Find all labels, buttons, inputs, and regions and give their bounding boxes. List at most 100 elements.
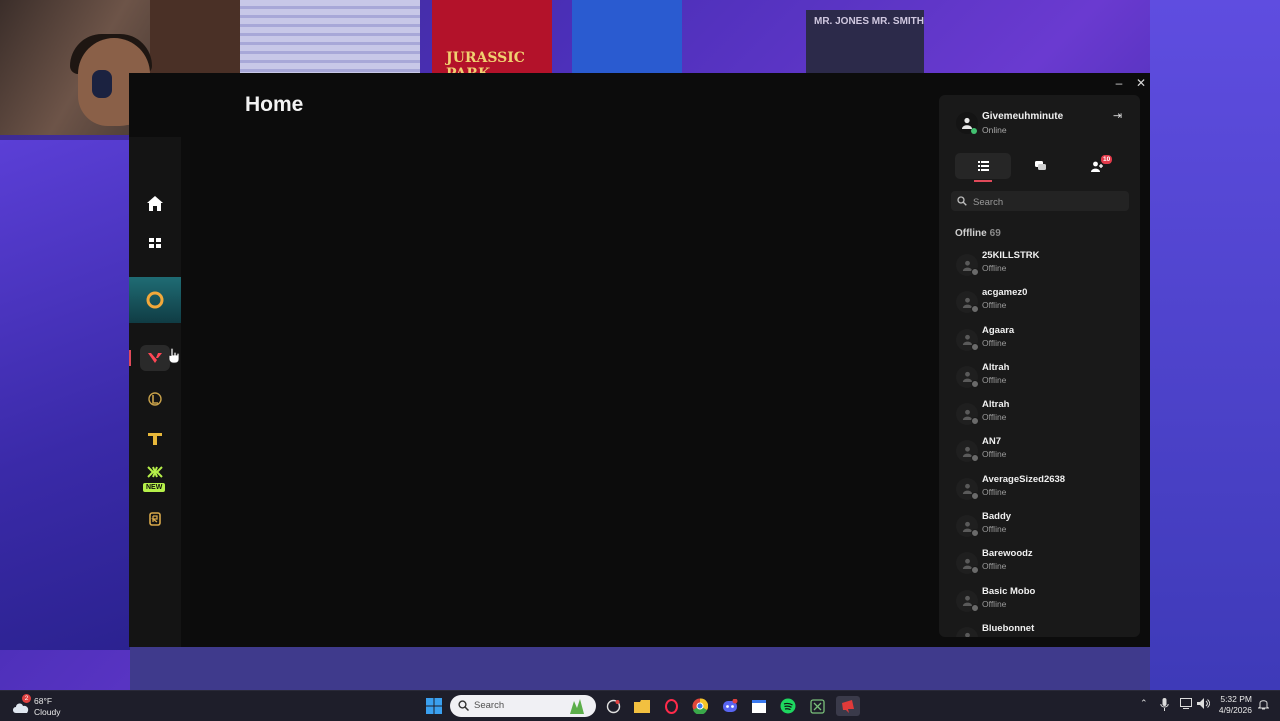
friend-status: Offline <box>982 486 1007 497</box>
friend-status: Offline <box>982 337 1007 348</box>
friend-list-item[interactable]: Altrah Offline <box>939 360 1140 397</box>
league-icon <box>148 392 162 406</box>
sidebar-item-runeterra[interactable] <box>129 499 181 539</box>
offline-status-dot <box>971 603 979 612</box>
ring-icon <box>146 291 164 309</box>
taskbar-xbox[interactable] <box>807 696 827 716</box>
friend-list-item[interactable]: AverageSized2638 Offline <box>939 472 1140 509</box>
friend-list-item[interactable]: Basic Mobo Offline <box>939 584 1140 621</box>
group-count: 69 <box>989 228 1001 239</box>
2xko-icon <box>147 466 163 478</box>
online-status-dot <box>971 128 977 134</box>
offline-status-dot <box>971 379 979 388</box>
microphone-icon[interactable] <box>1160 698 1169 713</box>
offline-status-dot <box>971 417 979 426</box>
offline-status-dot <box>971 268 979 276</box>
sidebar-item-league-of-legends[interactable] <box>129 379 181 419</box>
runeterra-icon <box>149 512 161 526</box>
poster-mr-jones: MR. JONES MR. SMITH <box>806 10 924 75</box>
taskbar-opera[interactable] <box>661 696 681 716</box>
grid-icon <box>149 238 161 248</box>
friend-name: Barewoodz <box>982 548 1033 560</box>
taskbar-window-app[interactable] <box>749 696 769 716</box>
sidebar: NEW <box>129 137 181 647</box>
friends-panel: Givemeuhminute Online ⇥ 10 Offline69 25 <box>939 95 1140 637</box>
friend-list-item[interactable]: 25KILLSTRK Offline <box>939 248 1140 285</box>
friend-name: Basic Mobo <box>982 585 1036 597</box>
tab-messages[interactable] <box>1012 153 1068 179</box>
weather-widget[interactable]: 2 68°F Cloudy <box>12 694 72 718</box>
friend-name: Altrah <box>982 399 1010 411</box>
bell-icon <box>1256 700 1271 710</box>
network-icon[interactable] <box>1180 698 1192 711</box>
sidebar-item-riot-game[interactable] <box>129 277 181 323</box>
search-icon <box>957 196 967 206</box>
tab-friends-list[interactable] <box>955 153 1011 182</box>
offline-status-dot <box>971 305 979 314</box>
valorant-tile <box>140 345 170 371</box>
friend-name: Altrah <box>982 361 1010 373</box>
friend-list-item[interactable]: Bluebonnet <box>939 621 1140 637</box>
user-icon <box>964 633 970 637</box>
sidebar-item-library[interactable] <box>129 223 181 263</box>
volume-icon[interactable] <box>1197 698 1211 711</box>
poster-text: MR. JONES MR. SMITH <box>814 16 925 27</box>
offline-group-header[interactable]: Offline 69 <box>955 228 1001 239</box>
taskbar: 2 68°F Cloudy Search ⌃ 5:32 PM 4/9/2026 <box>0 690 1280 721</box>
friend-status: Offline <box>982 449 1007 460</box>
start-button[interactable] <box>424 696 444 716</box>
taskbar-chrome[interactable] <box>690 696 710 716</box>
user-icon <box>962 334 972 346</box>
clock-date: 4/9/2026 <box>1218 705 1252 715</box>
user-icon <box>962 595 972 607</box>
chatgpt-icon <box>606 699 620 713</box>
home-icon <box>147 195 163 211</box>
offline-status-dot <box>971 454 979 463</box>
close-button[interactable]: ✕ <box>1131 75 1151 91</box>
user-icon <box>962 117 972 129</box>
friend-status: Offline <box>982 374 1007 385</box>
chrome-icon <box>692 698 708 714</box>
tab-friend-requests[interactable]: 10 <box>1069 153 1125 179</box>
profile-header[interactable]: Givemeuhminute Online ⇥ <box>939 95 1140 145</box>
friend-list-item[interactable]: Baddy Offline <box>939 509 1140 546</box>
taskbar-search[interactable]: Search <box>450 695 596 717</box>
taskbar-riot-client[interactable] <box>836 696 860 716</box>
sidebar-item-home[interactable] <box>129 183 181 223</box>
collapse-panel-icon[interactable]: ⇥ <box>1113 109 1122 122</box>
sidebar-item-2xko[interactable]: NEW <box>129 455 181 499</box>
clock[interactable]: 5:32 PM 4/9/2026 <box>1212 694 1252 716</box>
weather-notification-badge: 2 <box>22 694 31 703</box>
taskbar-spotify[interactable] <box>778 696 798 716</box>
riot-client-window: – ✕ Home NEW Givemeuhminute Online ⇥ 10 … <box>129 73 1150 647</box>
taskbar-file-explorer[interactable] <box>632 696 652 716</box>
xbox-icon <box>809 698 825 714</box>
sidebar-item-tft[interactable] <box>129 419 181 459</box>
friend-status: Offline <box>982 263 1007 273</box>
chat-icon <box>1034 161 1046 170</box>
clock-time: 5:32 PM <box>1220 694 1252 704</box>
network-icon <box>1180 698 1192 709</box>
poster-jurassic-park: JURASSIC PARK <box>432 0 552 82</box>
notification-center-icon[interactable] <box>1256 698 1271 712</box>
search-input[interactable] <box>971 193 1125 211</box>
microphone-icon <box>1160 698 1169 711</box>
friend-list-item[interactable]: Barewoodz Offline <box>939 546 1140 583</box>
page-title: Home <box>245 93 304 116</box>
minimize-button[interactable]: – <box>1109 75 1129 91</box>
mouse-cursor-icon <box>168 348 180 364</box>
show-hidden-icons[interactable]: ⌃ <box>1140 698 1148 709</box>
friends-search[interactable] <box>951 191 1129 211</box>
friend-list-item[interactable]: AN7 Offline <box>939 434 1140 471</box>
taskbar-discord[interactable] <box>720 696 740 716</box>
headset <box>92 70 112 98</box>
taskbar-search-placeholder: Search <box>474 700 505 711</box>
riot-client-icon <box>842 699 854 713</box>
discord-icon <box>723 699 738 712</box>
offline-status-dot <box>971 529 979 538</box>
friend-list-item[interactable]: Agaara Offline <box>939 323 1140 360</box>
friend-list-item[interactable]: Altrah Offline <box>939 397 1140 434</box>
taskbar-chatgpt[interactable] <box>603 696 623 716</box>
friend-status: Offline <box>982 561 1007 572</box>
friend-list-item[interactable]: acgamez0 Offline <box>939 285 1140 322</box>
